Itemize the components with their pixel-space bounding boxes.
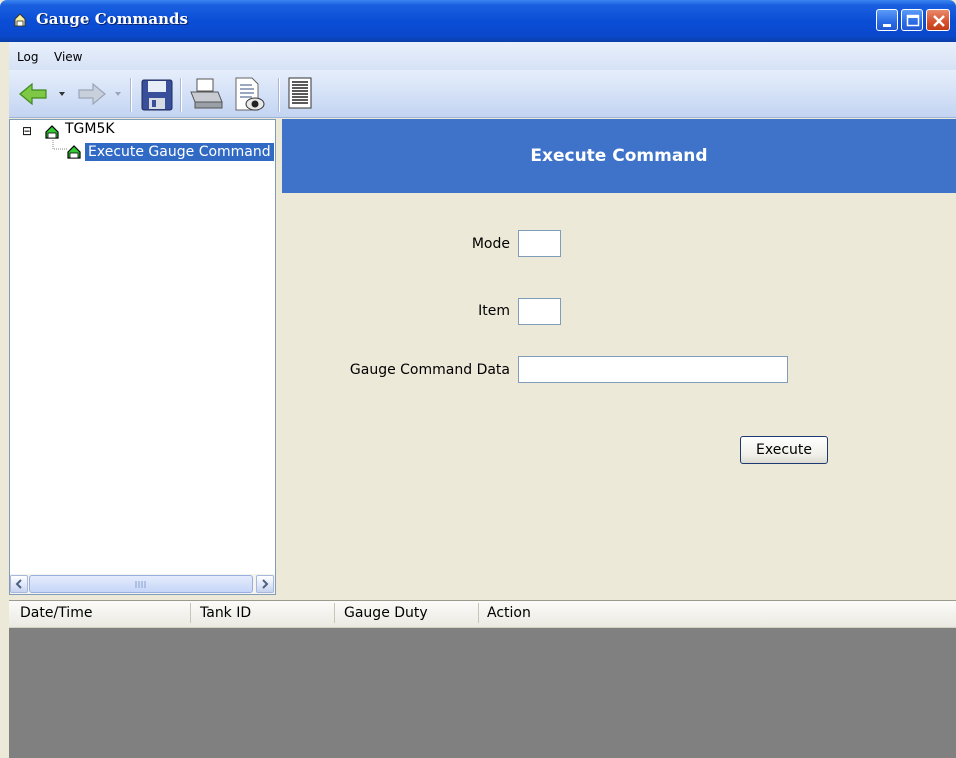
tree-expander-icon[interactable]: ⊟ [22, 124, 32, 138]
panel-title: Execute Command [530, 146, 708, 166]
column-header-action[interactable]: Action [487, 605, 531, 621]
minimize-button[interactable] [876, 9, 898, 31]
maximize-button[interactable] [901, 9, 923, 31]
scroll-right-button[interactable] [256, 575, 274, 593]
scroll-left-button[interactable] [10, 575, 28, 593]
back-arrow-icon[interactable] [18, 82, 50, 106]
forward-dropdown-icon[interactable] [113, 90, 123, 98]
save-icon[interactable] [140, 78, 174, 112]
menu-bar [0, 42, 956, 70]
grip-icon [135, 581, 146, 588]
mode-input[interactable] [518, 230, 561, 257]
chevron-left-icon [15, 579, 22, 589]
toolbar-separator [130, 78, 132, 112]
window-frame [0, 42, 9, 758]
item-label: Item [478, 303, 510, 319]
forward-arrow-icon[interactable] [75, 82, 107, 106]
column-header-gauge-duty[interactable]: Gauge Duty [344, 605, 428, 621]
execute-button[interactable]: Execute [740, 436, 828, 464]
tree-item-tgm5k[interactable]: TGM5K [65, 121, 115, 137]
tree-view[interactable] [9, 119, 276, 595]
print-icon[interactable] [188, 76, 224, 112]
menu-view[interactable]: View [54, 50, 82, 64]
print-preview-icon[interactable] [232, 76, 266, 114]
toolbar-separator [180, 78, 182, 112]
tree-item-execute-gauge-command[interactable]: Execute Gauge Command [85, 143, 274, 161]
column-divider[interactable] [190, 603, 191, 623]
gauge-command-data-label: Gauge Command Data [349, 362, 510, 378]
column-divider[interactable] [334, 603, 335, 623]
close-icon [933, 15, 945, 27]
scroll-thumb[interactable] [29, 575, 253, 593]
close-button[interactable] [926, 9, 950, 31]
folder-home-icon [67, 145, 81, 159]
maximize-icon [906, 14, 920, 27]
item-input[interactable] [518, 298, 561, 325]
log-table-body[interactable] [9, 628, 956, 758]
column-header-date-time[interactable]: Date/Time [20, 605, 92, 621]
column-header-tank-id[interactable]: Tank ID [200, 605, 251, 621]
grid-view-icon[interactable] [287, 76, 313, 110]
log-table-header [9, 600, 956, 628]
mode-label: Mode [471, 236, 510, 252]
column-divider[interactable] [478, 603, 479, 623]
menu-log[interactable]: Log [17, 50, 38, 64]
folder-home-icon [45, 125, 59, 139]
gauge-command-data-input[interactable] [518, 356, 788, 383]
app-icon [14, 13, 26, 27]
minimize-icon [883, 24, 891, 27]
back-dropdown-icon[interactable] [57, 90, 67, 98]
toolbar-separator [278, 78, 280, 112]
chevron-right-icon [262, 579, 269, 589]
window-title: Gauge Commands [36, 10, 188, 28]
